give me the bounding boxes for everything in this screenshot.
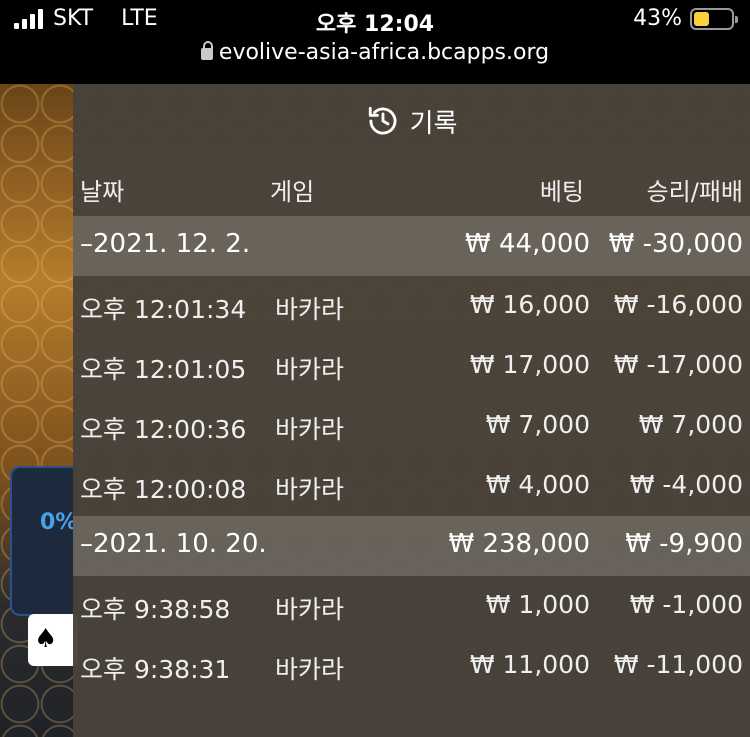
history-row[interactable]: 오후 12:00:36 바카라 ₩ 7,000 ₩ 7,000 xyxy=(73,396,750,456)
group-bet-total: ₩ 44,000 xyxy=(465,229,590,259)
row-win-loss: ₩ 7,000 xyxy=(638,410,743,439)
column-headers: 날짜 게임 베팅 승리/패배 xyxy=(73,158,750,216)
group-date: –2021. 12. 2. xyxy=(80,229,251,259)
group-win-loss-total: ₩ -30,000 xyxy=(608,229,743,259)
url-text: evolive-asia-africa.bcapps.org xyxy=(218,40,550,65)
row-time: 오후 9:38:58 xyxy=(80,595,231,624)
row-time: 오후 12:00:36 xyxy=(80,415,247,444)
history-panel: 기록 날짜 게임 베팅 승리/패배 –2021. 12. 2. ₩ 44,000… xyxy=(73,84,750,737)
card-button[interactable]: ♠ xyxy=(28,614,78,666)
history-row[interactable]: 오후 12:01:05 바카라 ₩ 17,000 ₩ -17,000 xyxy=(73,336,750,396)
history-row[interactable]: 오후 9:38:58 바카라 ₩ 1,000 ₩ -1,000 xyxy=(73,576,750,636)
history-row[interactable]: 오후 12:00:08 바카라 ₩ 4,000 ₩ -4,000 xyxy=(73,456,750,516)
row-win-loss: ₩ -17,000 xyxy=(613,350,743,379)
row-time: 오후 12:00:08 xyxy=(80,475,247,504)
row-time: 오후 12:01:34 xyxy=(80,295,247,324)
history-title: 기록 xyxy=(409,108,458,139)
group-bet-total: ₩ 238,000 xyxy=(448,529,591,559)
row-time: 오후 9:38:31 xyxy=(80,655,231,684)
row-game: 바카라 xyxy=(275,475,345,504)
history-row[interactable]: 오후 9:38:31 바카라 ₩ 11,000 ₩ -11,000 xyxy=(73,636,750,696)
row-win-loss: ₩ -4,000 xyxy=(629,470,743,499)
row-game: 바카라 xyxy=(275,415,345,444)
column-win-loss: 승리/패배 xyxy=(646,178,743,206)
progress-percent: 0% xyxy=(40,510,78,535)
row-game: 바카라 xyxy=(275,655,345,684)
column-bet: 베팅 xyxy=(539,178,584,206)
group-date: –2021. 10. 20. xyxy=(80,529,267,559)
row-bet: ₩ 7,000 xyxy=(485,410,590,439)
row-time: 오후 12:01:05 xyxy=(80,355,247,384)
date-group-header[interactable]: –2021. 10. 20. ₩ 238,000 ₩ -9,900 xyxy=(73,516,750,576)
status-right: 43% xyxy=(633,6,738,31)
history-row[interactable]: 오후 12:01:34 바카라 ₩ 16,000 ₩ -16,000 xyxy=(73,276,750,336)
address-bar[interactable]: evolive-asia-africa.bcapps.org xyxy=(0,40,750,65)
row-bet: ₩ 16,000 xyxy=(469,290,590,319)
row-bet: ₩ 11,000 xyxy=(469,650,590,679)
column-game: 게임 xyxy=(270,178,315,206)
battery-icon xyxy=(690,7,738,30)
row-game: 바카라 xyxy=(275,355,345,384)
spade-icon: ♠ xyxy=(34,624,58,654)
history-header: 기록 xyxy=(73,84,750,158)
row-win-loss: ₩ -11,000 xyxy=(613,650,743,679)
history-icon xyxy=(368,106,397,135)
row-bet: ₩ 4,000 xyxy=(485,470,590,499)
row-bet: ₩ 1,000 xyxy=(485,590,590,619)
column-date: 날짜 xyxy=(80,178,125,206)
group-win-loss-total: ₩ -9,900 xyxy=(625,529,743,559)
row-game: 바카라 xyxy=(275,595,345,624)
row-win-loss: ₩ -1,000 xyxy=(629,590,743,619)
status-bar: SKT LTE 오후 12:04 43% evolive-asia-africa… xyxy=(0,0,750,84)
row-bet: ₩ 17,000 xyxy=(469,350,590,379)
row-game: 바카라 xyxy=(275,295,345,324)
battery-percent: 43% xyxy=(633,6,682,31)
date-group-header[interactable]: –2021. 12. 2. ₩ 44,000 ₩ -30,000 xyxy=(73,216,750,276)
lock-icon xyxy=(200,41,213,60)
bet-progress-badge xyxy=(10,466,80,616)
row-win-loss: ₩ -16,000 xyxy=(613,290,743,319)
battery-fill xyxy=(694,11,710,26)
